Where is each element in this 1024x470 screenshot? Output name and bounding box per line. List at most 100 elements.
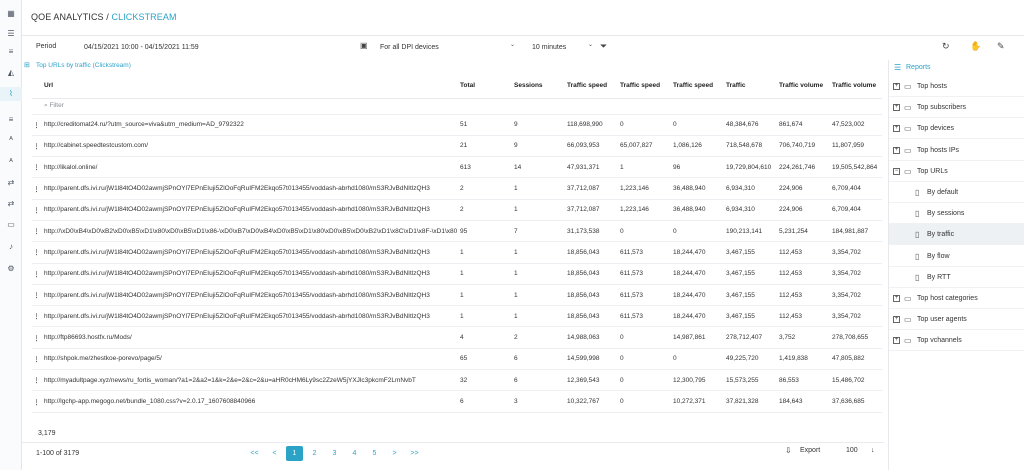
first-page-button[interactable]: << [246,446,263,461]
prev-page-button[interactable]: < [266,446,283,461]
expand-icon[interactable]: + [893,146,900,154]
grid-icon[interactable]: ▦ [0,7,22,21]
row-menu-icon[interactable]: ⋮ [32,199,41,221]
cell-url[interactable]: http://parent.dfs.ivi.ru/jW1l84tO4D02awm… [41,241,457,264]
page-button-5[interactable]: 5 [366,446,383,461]
filter-icon[interactable]: ⏷ [600,41,607,52]
table-row[interactable]: ⋮ http://cabinet.speedtestcustom.com/21 9 6… [32,135,882,158]
column-header-total[interactable]: Total [457,74,511,99]
table-row[interactable]: ⋮ http://creditomat24.ru/?utm_source=viva… [32,114,882,136]
column-header-traffic[interactable]: Traffic [723,74,776,99]
last-page-button[interactable]: >> [406,446,423,461]
report-item[interactable]: ▯ By flow [889,246,1024,267]
table-row[interactable]: ⋮ http://parent.dfs.ivi.ru/jW1l84tO4D02aw… [32,284,882,307]
expand-icon[interactable]: + [893,316,900,324]
expand-icon[interactable]: + [893,83,900,90]
chart-icon[interactable]: ◭ [0,66,22,80]
menu-icon[interactable]: ☰ [0,27,22,41]
ab-icon[interactable]: ᴬ [0,133,22,147]
page-button-4[interactable]: 4 [346,446,363,461]
column-header-sessions[interactable]: Sessions [511,74,564,99]
row-menu-icon[interactable]: ⋮ [32,241,41,264]
report-item[interactable]: ▯ By traffic [889,224,1024,246]
cell-url[interactable]: http://parent.dfs.ivi.ru/jW1l84tO4D02awm… [41,199,457,221]
interval-select[interactable]: 10 minutes [532,41,592,54]
refresh-icon[interactable]: ↻ [942,41,950,52]
page-size-select[interactable]: 100 [846,447,858,454]
row-menu-icon[interactable]: ⋮ [32,305,41,328]
table-row[interactable]: ⋮ http://\xD0\xB4\xD0\xB2\xD0\xB5\xD1\x80… [32,220,882,243]
table-row[interactable]: ⋮ http://parent.dfs.ivi.ru/jW1l84tO4D02aw… [32,263,882,285]
table-row[interactable]: ⋮ http://shpok.me/zhestkoe-porevo/page/5/… [32,348,882,371]
cell-url[interactable]: http://myadultpage.xyz/news/ru_fortis_wo… [41,369,457,392]
report-item[interactable]: + ▭ Top hosts IPs [889,140,1024,161]
cell-url[interactable]: http://\xD0\xB4\xD0\xB2\xD0\xB5\xD1\x80\… [41,220,457,243]
report-item[interactable]: ▯ By RTT [889,267,1024,288]
next-page-button[interactable]: > [386,446,403,461]
report-item[interactable]: − ▭ Top URLs [889,161,1024,182]
period-input[interactable]: 04/15/2021 10:00 - 04/15/2021 11:59 [84,41,364,54]
expand-icon[interactable]: + [893,337,900,345]
report-item[interactable]: + ▭ Top devices [889,118,1024,140]
gear-icon[interactable]: ⚙ [0,262,22,276]
table-row[interactable]: ⋮ http://myadultpage.xyz/news/ru_fortis_w… [32,369,882,392]
row-menu-icon[interactable]: ⋮ [32,263,41,285]
table-row[interactable]: ⋮ http://ftp86693.hostfx.ru/Mods/4 2 14,988… [32,326,882,349]
url-filter[interactable]: ⌕ Filter [41,98,457,115]
pen-icon[interactable]: ✎ [997,41,1005,52]
expand-icon[interactable]: + [893,104,900,112]
cell-url[interactable]: http://parent.dfs.ivi.ru/jW1l84tO4D02awm… [41,177,457,200]
cell-url[interactable]: http://lgchp-app.megogo.net/bundle_1080.… [41,390,457,413]
export-button[interactable]: Export [800,447,820,454]
column-header-traffic-speed[interactable]: Traffic speed [564,74,617,99]
report-item[interactable]: + ▭ Top subscribers [889,97,1024,119]
page-button-1[interactable]: 1 [286,446,303,461]
cell-url[interactable]: http://parent.dfs.ivi.ru/jW1l84tO4D02awm… [41,284,457,307]
column-header-url[interactable]: Url [41,74,457,99]
chevron-down-icon[interactable]: ↓ [871,447,875,454]
column-header-traffic-speed-out[interactable]: Traffic speed [670,74,723,99]
table-row[interactable]: ⋮ http://lgchp-app.megogo.net/bundle_1080… [32,390,882,413]
title-accent[interactable]: CLICKSTREAM [111,12,176,22]
row-menu-icon[interactable]: ⋮ [32,177,41,200]
row-menu-icon[interactable]: ⋮ [32,220,41,243]
column-header-traffic-speed-in[interactable]: Traffic speed [617,74,670,99]
transfer-icon[interactable]: ⇄ [0,197,22,211]
ab-icon[interactable]: ᴬ [0,155,22,169]
row-menu-icon[interactable]: ⋮ [32,326,41,349]
cell-url[interactable]: http://parent.dfs.ivi.ru/jW1l84tO4D02awm… [41,263,457,285]
report-item[interactable]: ▯ By default [889,182,1024,203]
row-menu-icon[interactable]: ⋮ [32,369,41,392]
column-header-traffic-volume-in[interactable]: Traffic volume [776,74,829,99]
expand-icon[interactable]: − [893,167,900,175]
column-header-traffic-volume-out[interactable]: Traffic volume [829,74,882,99]
devices-select[interactable]: For all DPI devices [380,41,540,54]
calendar-icon[interactable]: ▣ [360,41,368,50]
cell-url[interactable]: http://cabinet.speedtestcustom.com/ [41,135,457,158]
list-icon[interactable]: ≡ [0,45,22,59]
row-menu-icon[interactable]: ⋮ [32,156,41,179]
row-menu-icon[interactable]: ⋮ [32,390,41,413]
report-item[interactable]: + ▭ Top vchannels [889,330,1024,352]
table-row[interactable]: ⋮ http://parent.dfs.ivi.ru/jW1l84tO4D02aw… [32,199,882,221]
list-icon[interactable]: ≡ [0,113,22,127]
row-menu-icon[interactable]: ⋮ [32,114,41,136]
page-button-2[interactable]: 2 [306,446,323,461]
chevron-down-icon[interactable]: ⌄ [588,41,593,48]
cell-url[interactable]: http://creditomat24.ru/?utm_source=viva&… [41,114,457,136]
hand-icon[interactable]: ✋ [970,41,981,52]
cell-url[interactable]: http://likalol.online/ [41,156,457,179]
expand-icon[interactable]: + [893,125,900,133]
chevron-down-icon[interactable]: ⌄ [510,41,515,48]
export-icon[interactable]: ⇩ [785,446,792,455]
report-item[interactable]: + ▭ Top hosts [889,76,1024,97]
cell-url[interactable]: http://ftp86693.hostfx.ru/Mods/ [41,326,457,349]
table-row[interactable]: ⋮ http://parent.dfs.ivi.ru/jW1l84tO4D02aw… [32,177,882,200]
report-item[interactable]: + ▭ Top user agents [889,309,1024,331]
row-menu-icon[interactable]: ⋮ [32,284,41,307]
bell-icon[interactable]: ♪ [0,240,22,254]
table-row[interactable]: ⋮ http://parent.dfs.ivi.ru/jW1l84tO4D02aw… [32,241,882,264]
cell-url[interactable]: http://shpok.me/zhestkoe-porevo/page/5/ [41,348,457,371]
table-row[interactable]: ⋮ http://likalol.online/613 14 47,931,371 1 9… [32,156,882,179]
row-menu-icon[interactable]: ⋮ [32,348,41,371]
